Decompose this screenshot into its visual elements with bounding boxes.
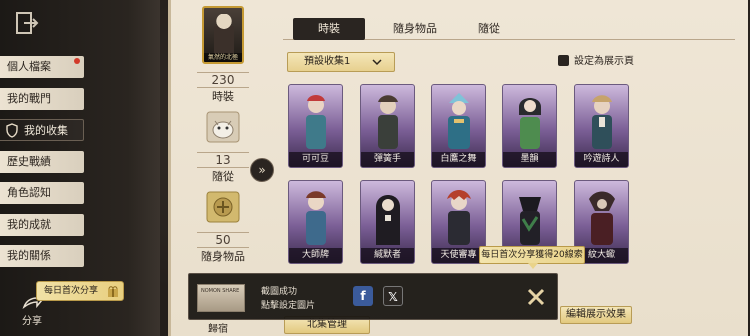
facebook-icon: f — [360, 289, 366, 303]
sidebar-item-battles[interactable]: 我的戰門 — [0, 87, 84, 110]
costume-label: 時裝 — [212, 90, 234, 103]
sidebar-item-relations[interactable]: 我的關係 — [0, 245, 84, 267]
tab-costumes[interactable]: 時裝 — [293, 18, 365, 40]
toast-subtitle: 點擊設定圖片 — [261, 301, 316, 311]
pet-icon — [203, 110, 243, 144]
card-name: 彈簧手 — [361, 152, 414, 167]
pet-label: 隨從 — [212, 170, 234, 183]
button-label: 北集管理 — [307, 319, 347, 330]
share-reward-tooltip: 每日首次分享獲得20線索 — [479, 246, 585, 269]
costume-count: 230 — [197, 72, 249, 88]
costume-card[interactable]: 大師牌 — [288, 180, 343, 264]
sidebar-nav: 個人檔案 我的戰門 我的收集 歷史戰績 角色認知 我的成就 我的關係 — [0, 56, 84, 277]
x-share-button[interactable]: 𝕏 — [383, 286, 403, 306]
tab-bar: 時裝 隨身物品 隨從 — [283, 18, 735, 40]
partial-label: 歸宿 — [208, 324, 228, 335]
toast-title: 截圖成功 — [261, 287, 298, 297]
tab-label: 隨身物品 — [393, 22, 437, 35]
card-name: 吟遊詩人 — [575, 152, 628, 167]
shield-icon — [6, 123, 18, 138]
item-icon — [203, 190, 243, 224]
costume-card[interactable]: 緘默者 — [360, 180, 415, 264]
pet-count: 13 — [197, 152, 249, 168]
portrait-label: 氣然的北極 — [204, 53, 242, 62]
tab-pets[interactable]: 隨從 — [459, 18, 519, 40]
sidebar-item-label: 我的收集 — [24, 124, 68, 137]
collection-select[interactable]: 預設收集1 — [287, 52, 395, 72]
screenshot-thumbnail[interactable]: NOMON SHARE — [197, 284, 245, 312]
tooltip-text: 每日首次分享獲得20線索 — [481, 250, 583, 260]
sidebar-item-label: 我的關係 — [7, 249, 51, 262]
item-count: 50 — [197, 232, 249, 248]
tab-label: 隨從 — [478, 22, 500, 35]
card-name: 墨韻 — [503, 152, 556, 167]
x-icon: 𝕏 — [388, 290, 398, 304]
share-tip-text: 每日首次分享 — [44, 286, 99, 296]
chevron-right-icon: » — [258, 163, 266, 177]
exit-icon[interactable] — [14, 10, 40, 36]
sidebar-item-profile[interactable]: 個人檔案 — [0, 56, 84, 78]
character-portrait[interactable]: 氣然的北極 — [202, 6, 244, 64]
card-name: 緘默者 — [361, 248, 414, 263]
sidebar-item-label: 歷史戰績 — [7, 154, 51, 168]
tab-label: 時裝 — [318, 22, 340, 35]
expand-arrow-button[interactable]: » — [250, 158, 274, 182]
select-value: 預設收集1 — [304, 56, 351, 67]
button-label: 編輯展示效果 — [566, 309, 626, 320]
tab-items[interactable]: 隨身物品 — [375, 18, 455, 40]
sidebar-item-label: 我的成就 — [7, 217, 51, 231]
sidebar-item-label: 角色認知 — [7, 186, 51, 199]
card-name: 天使審專 — [432, 248, 485, 263]
thumb-text: NOMON SHARE — [201, 288, 240, 294]
card-name: 大師牌 — [289, 248, 342, 263]
checkbox-box — [558, 55, 569, 66]
sidebar-item-collection[interactable]: 我的收集 — [0, 119, 84, 141]
costume-card[interactable]: 天使審專 — [431, 180, 486, 264]
costume-card[interactable]: 可可豆 — [288, 84, 343, 168]
notification-dot — [74, 58, 80, 64]
set-display-checkbox[interactable]: 設定為展示頁 — [558, 55, 634, 68]
chevron-down-icon — [372, 59, 382, 66]
game-screen: 個人檔案 我的戰門 我的收集 歷史戰績 角色認知 我的成就 我的關係 分享 每日… — [0, 0, 750, 336]
item-label: 隨身物品 — [201, 250, 245, 263]
card-name: 白鷹之舞 — [432, 152, 485, 167]
checkbox-label: 設定為展示頁 — [574, 56, 634, 67]
sidebar-item-label: 我的戰門 — [7, 91, 51, 105]
costume-card[interactable]: 白鷹之舞 — [431, 84, 486, 168]
share-label: 分享 — [22, 316, 42, 327]
costume-card[interactable]: 彈簧手 — [360, 84, 415, 168]
stats-column: 氣然的北極 230 時裝 13 隨從 50 隨身物品 — [190, 6, 256, 264]
gift-icon — [108, 286, 118, 297]
sidebar-item-history[interactable]: 歷史戰績 — [0, 150, 84, 173]
facebook-share-button[interactable]: f — [353, 286, 373, 306]
sidebar-item-character[interactable]: 角色認知 — [0, 182, 84, 204]
screenshot-toast: NOMON SHARE 截圖成功 點擊設定圖片 f 𝕏 — [188, 273, 558, 320]
sidebar-item-achievements[interactable]: 我的成就 — [0, 213, 84, 236]
costume-card[interactable]: 墨韻 — [502, 84, 557, 168]
edit-display-button[interactable]: 編輯展示效果 — [560, 306, 632, 324]
close-icon[interactable] — [525, 286, 547, 308]
card-name: 可可豆 — [289, 152, 342, 167]
sidebar-item-label: 個人檔案 — [7, 60, 51, 73]
costume-card[interactable]: 吟遊詩人 — [574, 84, 629, 168]
daily-share-tip: 每日首次分享 — [36, 281, 124, 301]
